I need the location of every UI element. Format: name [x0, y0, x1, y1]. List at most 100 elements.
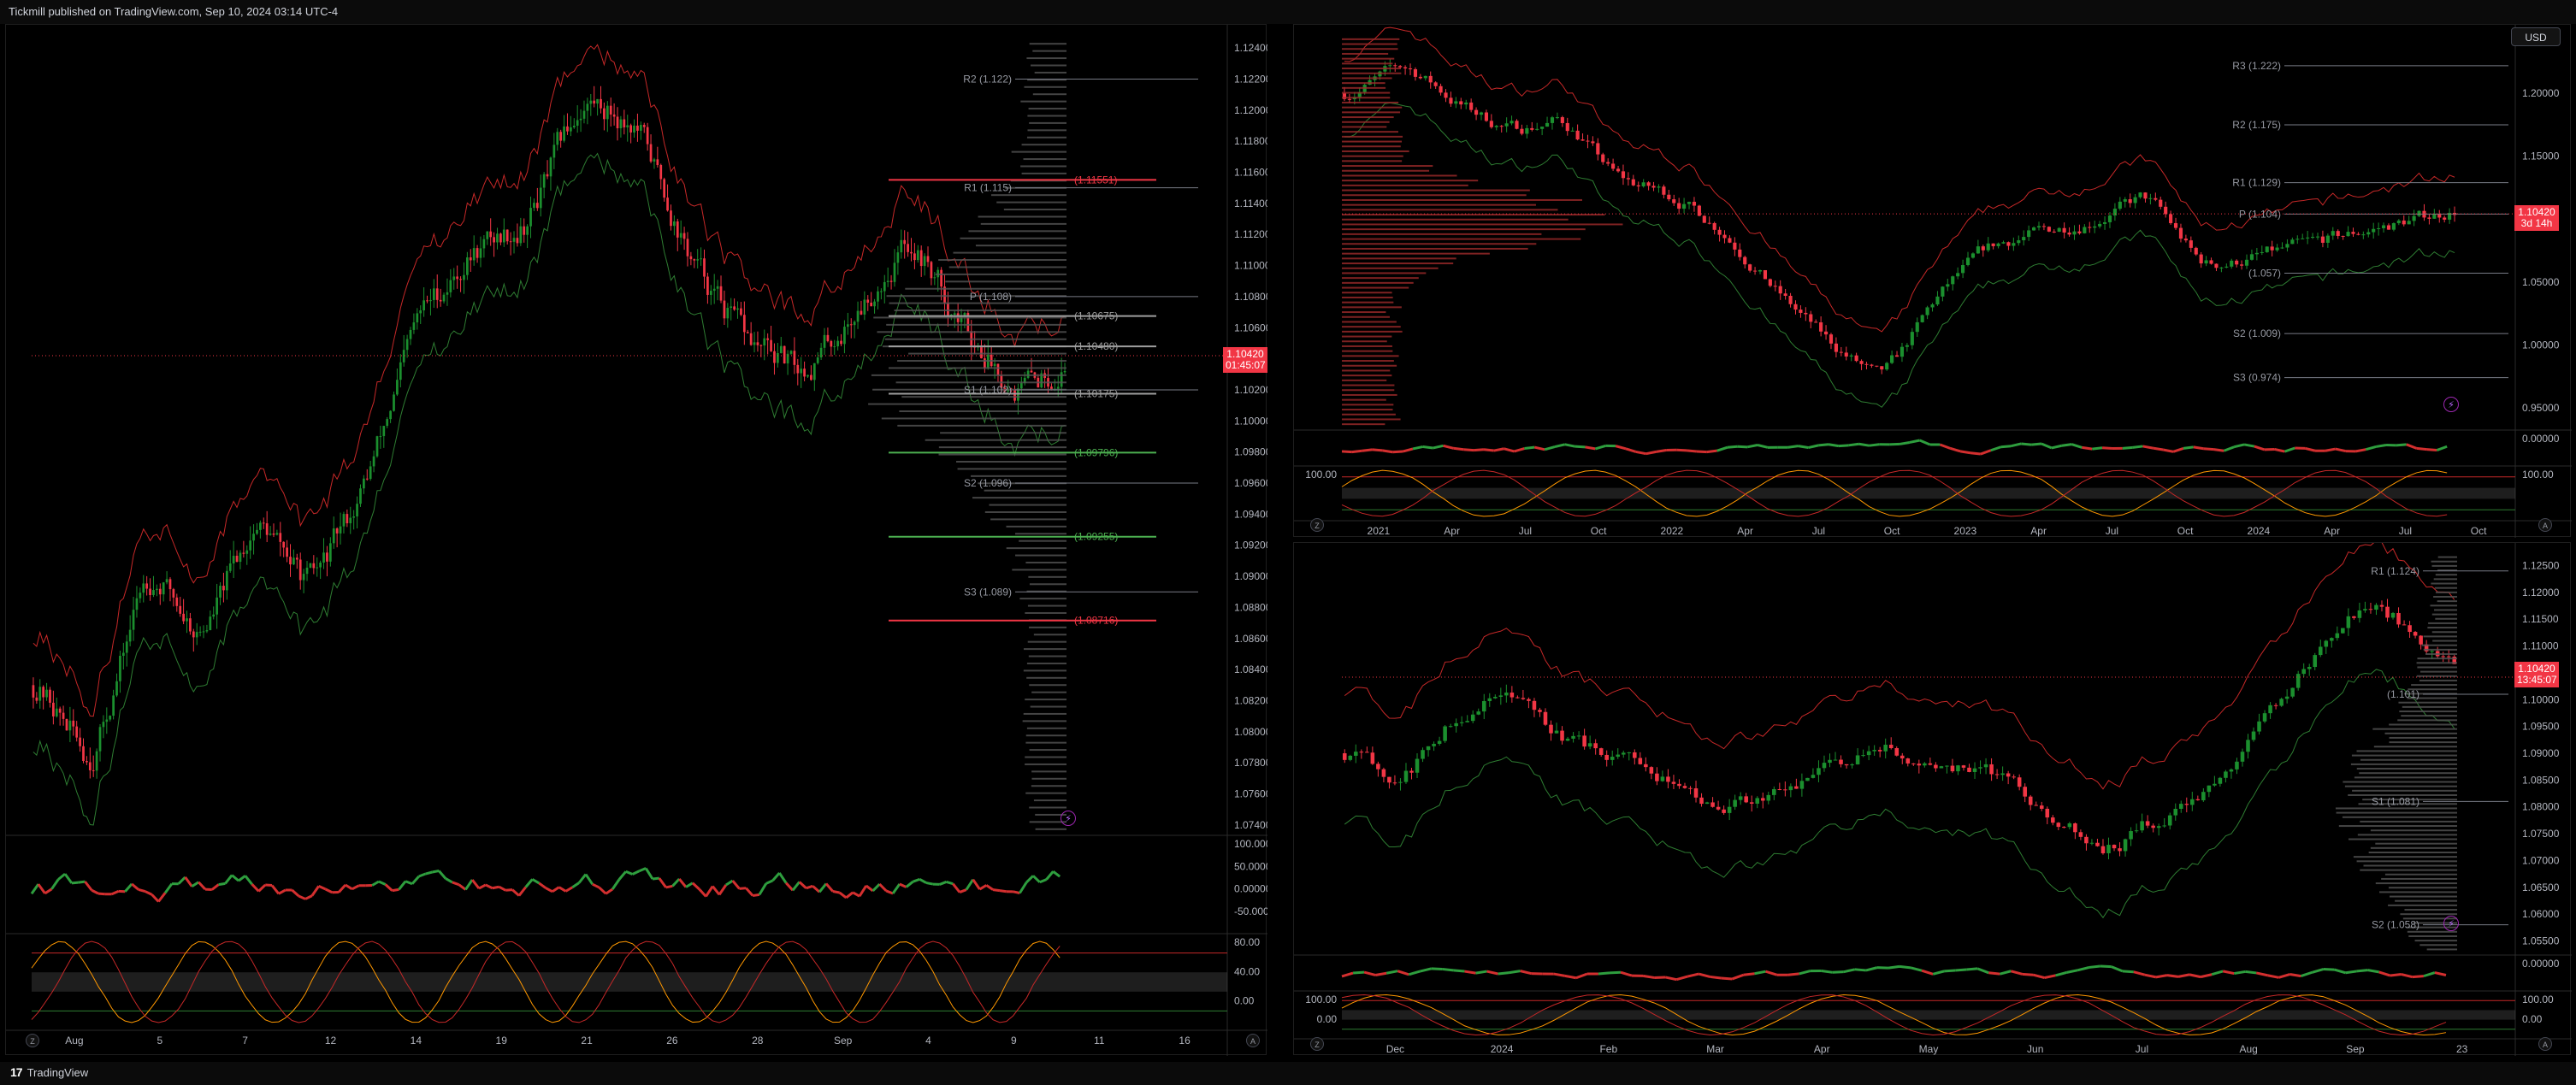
candle-body — [1454, 722, 1458, 727]
candle-body — [346, 514, 349, 523]
candle — [1408, 63, 1413, 75]
right-top-chart-svg[interactable]: 1.200001.150001.100001.050001.000000.950… — [1294, 25, 2572, 538]
candle-body — [2148, 198, 2153, 199]
candle-body — [612, 114, 616, 117]
candle — [1743, 255, 1747, 268]
candle-body — [1641, 182, 1645, 186]
volume-profile-bar — [2431, 613, 2457, 616]
tradingview-brand[interactable]: 17 TradingView — [10, 1065, 88, 1079]
right-bottom-zoom-button[interactable]: Z — [1310, 1037, 1324, 1051]
candle — [1582, 728, 1586, 750]
left-zoom-button[interactable]: Z — [26, 1034, 39, 1047]
volume-profile-bar — [2350, 763, 2457, 765]
right-top-auto-scale-button[interactable]: A — [2538, 518, 2552, 532]
candle-body — [172, 589, 175, 598]
candle — [158, 583, 162, 605]
candle — [426, 295, 428, 304]
oscillator-segment — [1727, 445, 1738, 449]
time-axis-label: 7 — [242, 1035, 248, 1047]
candle-body — [179, 605, 182, 614]
candle — [2218, 776, 2223, 787]
right-bottom-chart-pane[interactable]: 1.125001.120001.115001.110001.105001.100… — [1293, 542, 2572, 1056]
right-top-chart-pane[interactable]: 1.200001.150001.100001.050001.000000.950… — [1293, 24, 2572, 538]
currency-button[interactable]: USD — [2511, 27, 2561, 46]
right-bottom-auto-scale-button[interactable]: A — [2538, 1037, 2552, 1051]
pivot-label: S1 (1.081) — [2372, 795, 2419, 807]
candle — [1657, 184, 1661, 193]
candle-body — [2352, 616, 2356, 618]
candle — [128, 615, 132, 646]
candle — [2361, 231, 2366, 239]
candle — [933, 272, 936, 286]
candle — [1733, 794, 1737, 811]
volume-profile-bar — [908, 352, 1066, 355]
candle-body — [649, 144, 653, 162]
left-chart-pane[interactable]: 1.124001.122001.120001.118001.116001.114… — [5, 24, 1267, 1056]
candle-body — [719, 286, 723, 301]
volume-profile-bar — [1342, 209, 1558, 211]
pivot-label: P (1.108) — [970, 291, 1012, 303]
candle-body — [309, 563, 312, 568]
candle-body — [2290, 687, 2295, 697]
price-axis-label: 1.09400 — [1234, 508, 1267, 520]
price-axis-label: 1.10000 — [2522, 693, 2560, 705]
candle-body — [1474, 109, 1479, 115]
candle — [2039, 801, 2044, 811]
time-axis-label: 9 — [1011, 1035, 1017, 1047]
candle-body — [125, 641, 128, 653]
right-top-alert-icon[interactable]: ⚡ — [2443, 397, 2459, 412]
right-top-zoom-button[interactable]: Z — [1310, 518, 1324, 532]
candle-body — [1019, 383, 1023, 389]
candle — [1499, 125, 1504, 133]
candle-body — [963, 312, 966, 315]
candle-body — [245, 550, 249, 554]
candle — [2352, 616, 2356, 620]
candle — [2341, 628, 2345, 634]
tradingview-brand-name: TradingView — [27, 1065, 89, 1079]
volume-profile-bar — [2356, 750, 2457, 752]
candle-body — [676, 221, 679, 238]
candle — [1415, 753, 1420, 779]
candle-body — [1387, 776, 1391, 783]
candle-body — [830, 340, 833, 347]
candle — [1722, 230, 1727, 244]
candle — [121, 642, 125, 669]
right-bottom-alert-icon[interactable]: ⚡ — [2443, 916, 2459, 931]
candle-body — [870, 302, 873, 307]
oscillator-segment — [1731, 973, 1744, 981]
oscillator-segment — [1474, 448, 1485, 452]
oscillator-segment — [652, 876, 659, 881]
candle — [252, 524, 255, 555]
candle-body — [1900, 346, 1905, 357]
right-bottom-chart-svg[interactable]: 1.125001.120001.115001.110001.105001.100… — [1294, 543, 2572, 1056]
oscillator-segment — [1352, 970, 1365, 975]
candle-body — [1621, 171, 1626, 179]
candle-body — [666, 198, 669, 211]
volume-profile-bar — [2433, 578, 2457, 581]
candle — [2123, 197, 2127, 208]
left-auto-scale-button[interactable]: A — [1246, 1034, 1260, 1047]
candle — [442, 292, 446, 304]
candle — [2379, 600, 2384, 612]
candle — [202, 625, 205, 639]
candle-body — [1413, 68, 1418, 77]
candle-body — [1738, 796, 1743, 800]
left-alert-icon[interactable]: ⚡ — [1061, 811, 1076, 826]
candle-body — [659, 164, 663, 180]
volume-profile-bar — [960, 237, 1066, 239]
candle-body — [1905, 345, 1909, 347]
candle — [1930, 303, 1935, 312]
volume-profile-bar — [1035, 828, 1066, 830]
candle-body — [1880, 366, 1884, 370]
candle-body — [2051, 817, 2055, 823]
candle — [2088, 221, 2092, 233]
candle-body — [119, 656, 121, 681]
candle — [2443, 215, 2447, 223]
candle — [1449, 91, 1453, 107]
candle-body — [135, 598, 139, 610]
left-chart-svg[interactable]: 1.124001.122001.120001.118001.116001.114… — [6, 25, 1267, 1056]
oscillator-segment — [37, 883, 46, 894]
candle-body — [419, 310, 422, 314]
candle — [1470, 710, 1475, 723]
candle-body — [1646, 182, 1651, 186]
